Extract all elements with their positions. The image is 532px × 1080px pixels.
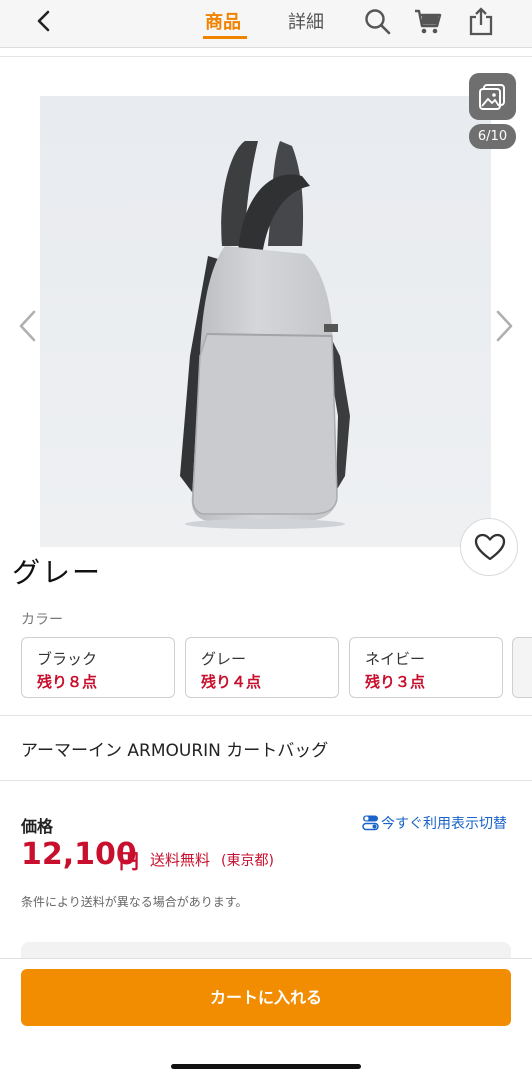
product-name: アーマーイン ARMOURIN カートバッグ [21,741,329,761]
top-navigation-bar: 商品 詳細 [0,0,532,48]
price-label: 価格 [21,817,54,836]
shipping-region: (東京都) [221,853,274,869]
variant-stock: 残り４点 [201,673,262,691]
variant-name: ブラック [37,650,98,668]
shipping-note: 条件により送料が異なる場合があります。 [21,895,248,909]
header-divider [0,56,532,57]
tab-detail[interactable]: 詳細 [288,8,324,34]
search-icon[interactable] [362,6,392,36]
gallery-icon [479,84,505,110]
display-toggle-link[interactable]: 今すぐ利用表示切替 [381,813,507,833]
color-variant-navy[interactable]: ネイビー 残り３点 [349,637,503,698]
color-variant-black[interactable]: ブラック 残り８点 [21,637,175,698]
price-currency: 円 [119,849,139,873]
color-variant-grey[interactable]: グレー 残り４点 [185,637,339,698]
divider [0,715,532,716]
tab-product[interactable]: 商品 [205,8,241,34]
variant-stock: 残り８点 [37,673,98,691]
home-indicator [171,1064,361,1069]
bag-illustration [40,96,491,547]
cart-icon[interactable] [413,6,443,36]
favorite-button[interactable] [460,518,518,576]
share-icon[interactable] [466,6,496,36]
toggle-switch-icon[interactable] [362,814,379,831]
divider [0,780,532,781]
product-image[interactable] [40,96,491,547]
add-to-cart-button[interactable]: カートに入れる [21,969,511,1026]
active-tab-indicator [203,36,247,39]
gallery-view-button[interactable] [469,73,516,120]
color-section-label: カラー [21,612,63,628]
previous-image-arrow-icon[interactable] [14,308,40,344]
next-image-arrow-icon[interactable] [492,308,518,344]
variant-stock: 残り３点 [365,673,426,691]
image-counter: 6/10 [469,124,516,149]
heart-icon [474,533,506,561]
selected-color-title: グレー [12,556,103,589]
color-variant-partial[interactable] [512,637,532,698]
variant-name: グレー [201,650,247,668]
back-chevron-icon[interactable] [30,6,60,36]
variant-name: ネイビー [365,650,426,668]
shipping-info: 送料無料 [150,851,211,869]
